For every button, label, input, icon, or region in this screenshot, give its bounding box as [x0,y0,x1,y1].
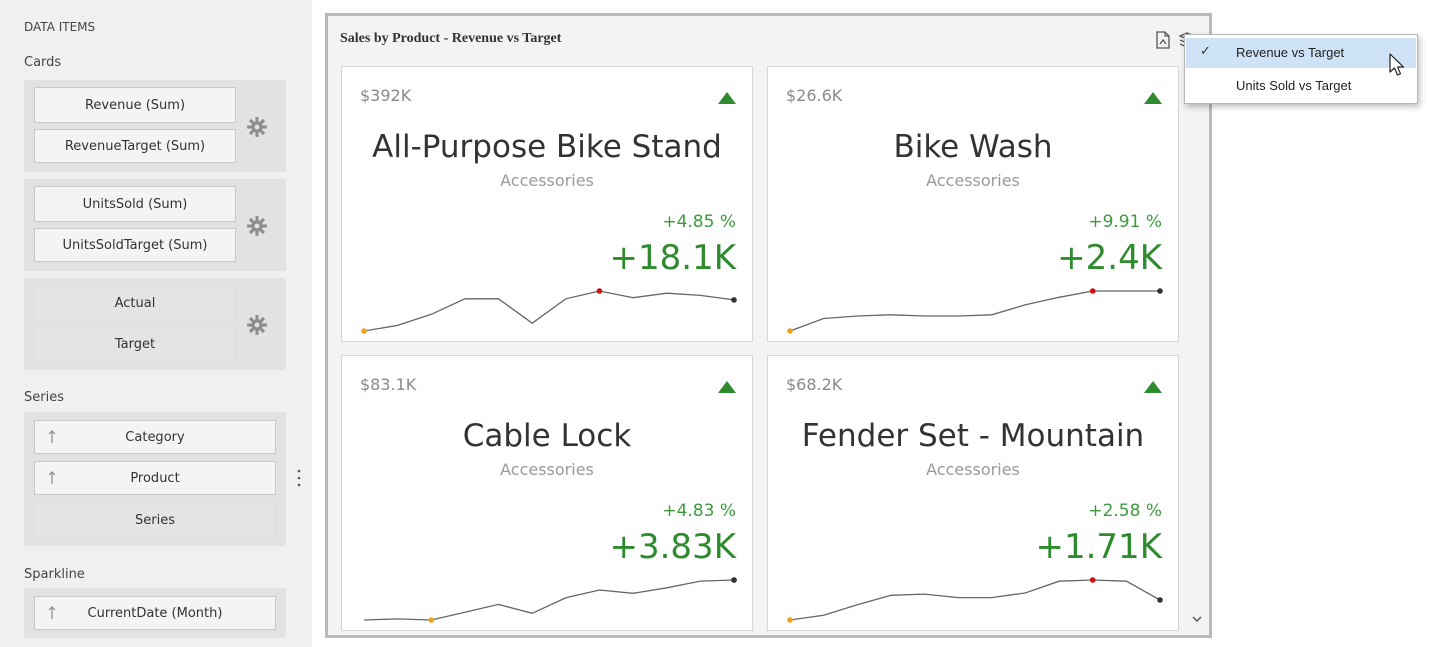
menu-item-label: Units Sold vs Target [1236,78,1352,93]
data-item-units-sold[interactable]: UnitsSold (Sum) [34,186,236,222]
series-item-product[interactable]: Product [34,461,276,495]
mouse-cursor-icon [1389,53,1405,76]
product-card[interactable]: $26.6K Bike Wash Accessories +9.91 % +2.4K [767,66,1179,342]
gear-icon[interactable] [246,314,268,336]
card-percent-variation: +2.58 % [1088,501,1162,521]
card-title: All-Purpose Bike Stand [372,129,722,165]
card-subtitle: Accessories [926,171,1020,190]
more-options-icon[interactable] [296,467,302,489]
up-indicator-icon [1144,381,1162,393]
card-sparkline [363,577,737,623]
card-title: Cable Lock [462,418,632,454]
product-card[interactable]: $83.1K Cable Lock Accessories +4.83 % +3.83K [341,355,753,631]
card-percent-variation: +4.85 % [662,212,736,232]
card-subtitle: Accessories [926,460,1020,479]
sparkline-group: CurrentDate (Month) [24,588,286,638]
card-title: Fender Set - Mountain [801,418,1145,454]
series-item-label: Category [125,429,185,445]
export-icon[interactable] [1154,31,1172,49]
up-indicator-icon [718,381,736,393]
data-items-panel: DATA ITEMS Cards Revenue (Sum) RevenueTa… [0,0,312,647]
sparkline-line [789,579,1161,621]
menu-item-label: Revenue vs Target [1236,45,1345,60]
sparkline-item-current-date[interactable]: CurrentDate (Month) [34,596,276,630]
sparkline-start-point [787,617,793,623]
card-subtitle: Accessories [500,171,594,190]
card-dashboard-item: Sales by Product - Revenue vs Target $39… [325,13,1212,638]
sparkline-max-point [1089,577,1096,583]
series-item-label: Product [130,470,180,486]
data-item-target-placeholder[interactable]: Target [34,327,236,361]
sparkline-max-point [1089,288,1096,294]
scroll-down-icon[interactable] [1190,612,1204,626]
series-section-label: Series [24,390,64,405]
gear-icon[interactable] [246,215,268,237]
sparkline-line [363,290,735,332]
card-actual-value: $83.1K [360,375,417,394]
sort-ascending-icon [48,430,56,443]
card-percent-variation: +9.91 % [1088,212,1162,232]
card-actual-value: $68.2K [786,375,843,394]
card-layer-menu: ✓ Revenue vs Target Units Sold vs Target [1184,34,1418,104]
card-group: Actual Target [24,278,286,370]
dashboard-item-title: Sales by Product - Revenue vs Target [340,31,562,46]
series-item-category[interactable]: Category [34,420,276,454]
check-icon: ✓ [1200,44,1211,59]
sparkline-section-label: Sparkline [24,567,85,582]
data-item-actual-placeholder[interactable]: Actual [34,285,236,321]
card-title: Bike Wash [893,129,1053,165]
sparkline-max-point [596,288,603,294]
card-sparkline [361,288,737,334]
card-actual-value: $26.6K [786,86,843,105]
up-indicator-icon [1144,92,1162,104]
product-card[interactable]: $392K All-Purpose Bike Stand Accessories +4… [341,66,753,342]
sparkline-start-point [787,328,793,334]
sparkline-line [363,579,735,621]
card-subtitle: Accessories [500,460,594,479]
card-percent-variation: +4.83 % [662,501,736,521]
up-indicator-icon [718,92,736,104]
card-group: Revenue (Sum) RevenueTarget (Sum) [24,80,286,172]
card-sparkline [787,288,1163,334]
menu-item-units-sold-vs-target[interactable]: Units Sold vs Target [1186,71,1416,101]
sort-ascending-icon [48,471,56,484]
sparkline-end-point [731,577,737,583]
product-card[interactable]: $68.2K Fender Set - Mountain Accessories +2… [767,355,1179,631]
sparkline-start-point [361,328,367,334]
card-sparkline [787,577,1163,623]
sparkline-end-point [731,297,737,303]
gear-icon[interactable] [246,116,268,138]
cards-section-label: Cards [24,55,62,70]
series-group: Category Product Series [24,412,286,546]
sort-ascending-icon [48,606,56,619]
menu-item-revenue-vs-target[interactable]: ✓ Revenue vs Target [1186,38,1416,68]
data-item-revenue[interactable]: Revenue (Sum) [34,87,236,123]
data-item-revenue-target[interactable]: RevenueTarget (Sum) [34,129,236,163]
series-item-placeholder[interactable]: Series [34,502,276,538]
sparkline-line [789,290,1160,332]
sparkline-start-point [428,617,435,623]
sparkline-end-point [1157,597,1163,603]
sparkline-item-label: CurrentDate (Month) [87,605,223,621]
card-actual-value: $392K [360,86,412,105]
card-group: UnitsSold (Sum) UnitsSoldTarget (Sum) [24,179,286,271]
data-item-units-sold-target[interactable]: UnitsSoldTarget (Sum) [34,228,236,262]
data-items-header: DATA ITEMS [24,20,96,34]
sparkline-end-point [1157,288,1163,294]
